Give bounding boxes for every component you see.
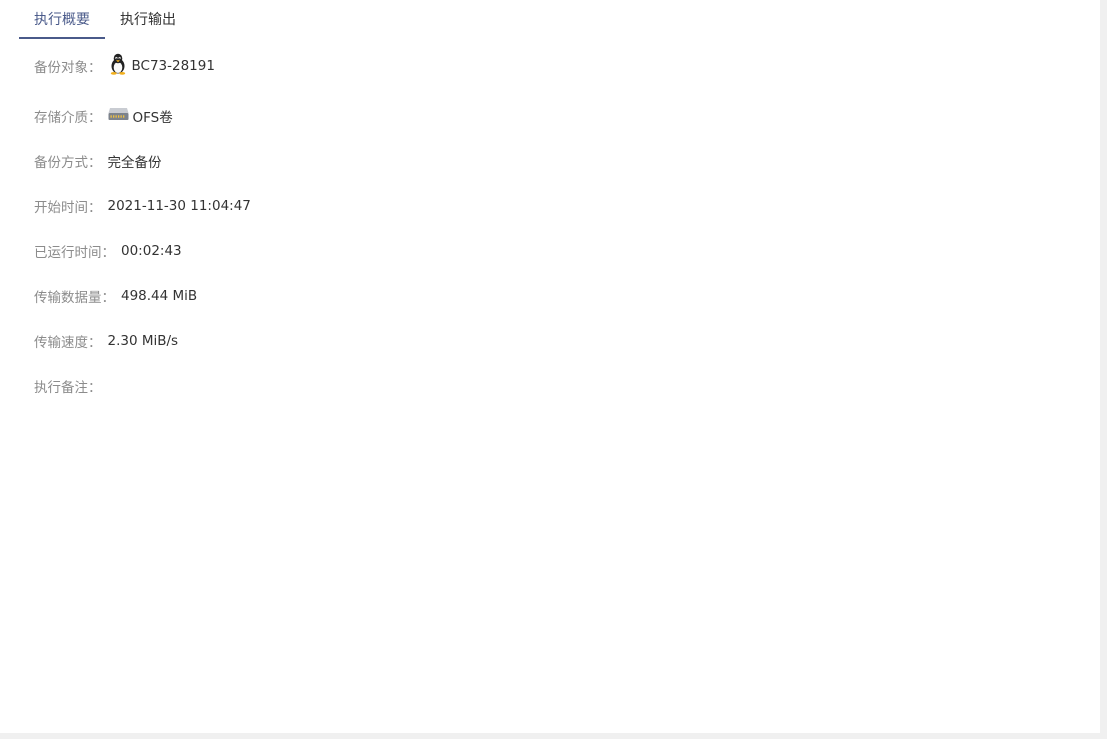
storage-medium-label: 存储介质： (34, 110, 102, 126)
execution-note-label: 执行备注： (34, 380, 102, 396)
transferred-data-value: 498.44 MiB (121, 288, 198, 304)
start-time-row: 开始时间： 2021-11-30 11:04:47 (34, 195, 251, 217)
start-time-value: 2021-11-30 11:04:47 (107, 198, 251, 214)
tab-execution-output[interactable]: 执行输出 (120, 0, 176, 37)
backup-target-value: BC73-28191 (131, 58, 215, 74)
backup-target-row: 备份对象： BC73-28191 (34, 53, 215, 79)
transfer-speed-row: 传输速度： 2.30 MiB/s (34, 330, 178, 352)
storage-medium-value: OFS卷 (132, 110, 173, 126)
tab-execution-summary[interactable]: 执行概要 (19, 0, 105, 39)
storage-drive-icon (108, 107, 129, 125)
tab-bar: 执行概要 执行输出 (19, 0, 176, 39)
transfer-speed-value: 2.30 MiB/s (107, 333, 179, 349)
backup-method-row: 备份方式： 完全备份 (34, 150, 162, 172)
storage-medium-row: 存储介质： OFS卷 (34, 105, 173, 127)
elapsed-time-value: 00:02:43 (121, 243, 182, 259)
backup-target-label: 备份对象： (34, 60, 102, 76)
linux-penguin-icon (108, 53, 128, 79)
elapsed-time-row: 已运行时间： 00:02:43 (34, 240, 182, 262)
execution-detail-panel: 执行概要 执行输出 备份对象： BC73-28191 存储介质： OFS卷 备份… (0, 0, 1100, 733)
backup-method-label: 备份方式： (34, 155, 102, 171)
transferred-data-row: 传输数据量： 498.44 MiB (34, 285, 197, 307)
backup-method-value: 完全备份 (107, 155, 162, 171)
start-time-label: 开始时间： (34, 200, 102, 216)
elapsed-time-label: 已运行时间： (34, 245, 115, 261)
transfer-speed-label: 传输速度： (34, 335, 102, 351)
transferred-data-label: 传输数据量： (34, 290, 115, 306)
execution-note-row: 执行备注： (34, 375, 108, 397)
